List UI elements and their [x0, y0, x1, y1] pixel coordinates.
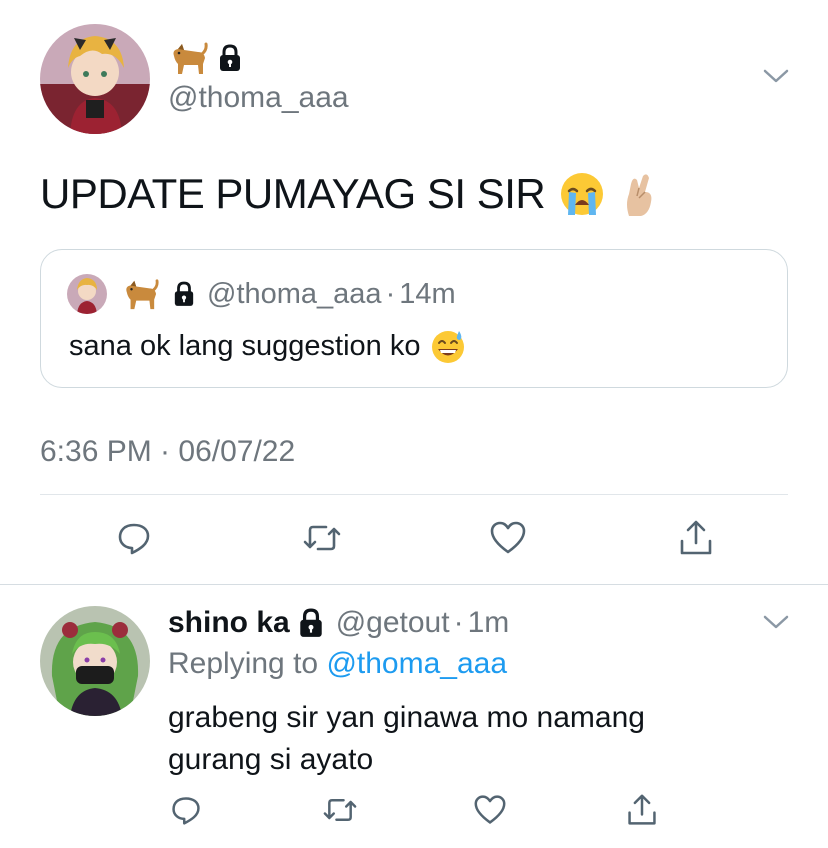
like-icon[interactable]: [488, 518, 528, 558]
divider: [40, 494, 788, 495]
reply-text-line-2: gurang si ayato: [168, 743, 374, 776]
quoted-time: 14m: [399, 277, 456, 310]
quoted-handle: @thoma_aaa: [207, 277, 382, 310]
reply-display-name[interactable]: shino ka: [168, 606, 290, 640]
dog-emoji-icon: [168, 40, 208, 76]
replying-to: Replying to @thoma_aaa: [168, 645, 507, 683]
reply-text: grabeng sir yan ginawa mo namang gurang …: [168, 697, 645, 781]
reply-icon[interactable]: [166, 790, 206, 830]
avatar[interactable]: [40, 24, 150, 134]
reply-text-line-1: grabeng sir yan ginawa mo namang: [168, 701, 645, 734]
tweet-text-content: UPDATE PUMAYAG SI SIR: [40, 170, 546, 217]
reply-header: shino ka @getout · 1m: [168, 602, 509, 644]
loudly-crying-face-emoji-icon: [559, 171, 605, 217]
retweet-icon[interactable]: [302, 518, 342, 558]
reply-handle[interactable]: @getout: [336, 606, 450, 640]
section-divider: [0, 584, 828, 585]
like-icon[interactable]: [470, 790, 510, 830]
lock-icon: [173, 281, 195, 307]
quoted-avatar: [67, 274, 107, 314]
display-name[interactable]: [168, 38, 242, 78]
share-icon[interactable]: [622, 790, 662, 830]
reply-icon[interactable]: [114, 518, 154, 558]
lock-icon: [218, 44, 242, 72]
replying-to-handle[interactable]: @thoma_aaa: [326, 647, 507, 680]
chevron-down-icon[interactable]: [762, 612, 790, 632]
share-icon[interactable]: [676, 518, 716, 558]
lock-icon: [298, 608, 324, 638]
quoted-text: sana ok lang suggestion ko: [69, 326, 466, 366]
reply-time: 1m: [467, 606, 510, 639]
quoted-separator: ·: [385, 277, 396, 310]
reply-avatar[interactable]: [40, 606, 150, 716]
dog-emoji-icon: [121, 277, 159, 311]
grinning-sweat-emoji-icon: [430, 328, 466, 364]
handle[interactable]: @thoma_aaa: [168, 80, 349, 116]
tweet-timestamp[interactable]: 6:36 PM · 06/07/22: [40, 433, 295, 471]
quoted-tweet-card[interactable]: @thoma_aaa · 14m sana ok lang suggestion…: [40, 249, 788, 388]
crossed-fingers-emoji-icon: [619, 170, 659, 218]
retweet-icon[interactable]: [320, 790, 360, 830]
chevron-down-icon[interactable]: [762, 66, 790, 86]
quoted-header: @thoma_aaa · 14m: [121, 274, 456, 314]
quoted-text-content: sana ok lang suggestion ko: [69, 329, 421, 362]
tweet-text: UPDATE PUMAYAG SI SIR: [40, 170, 659, 218]
replying-to-label: Replying to: [168, 647, 319, 680]
reply-separator: ·: [453, 606, 464, 639]
